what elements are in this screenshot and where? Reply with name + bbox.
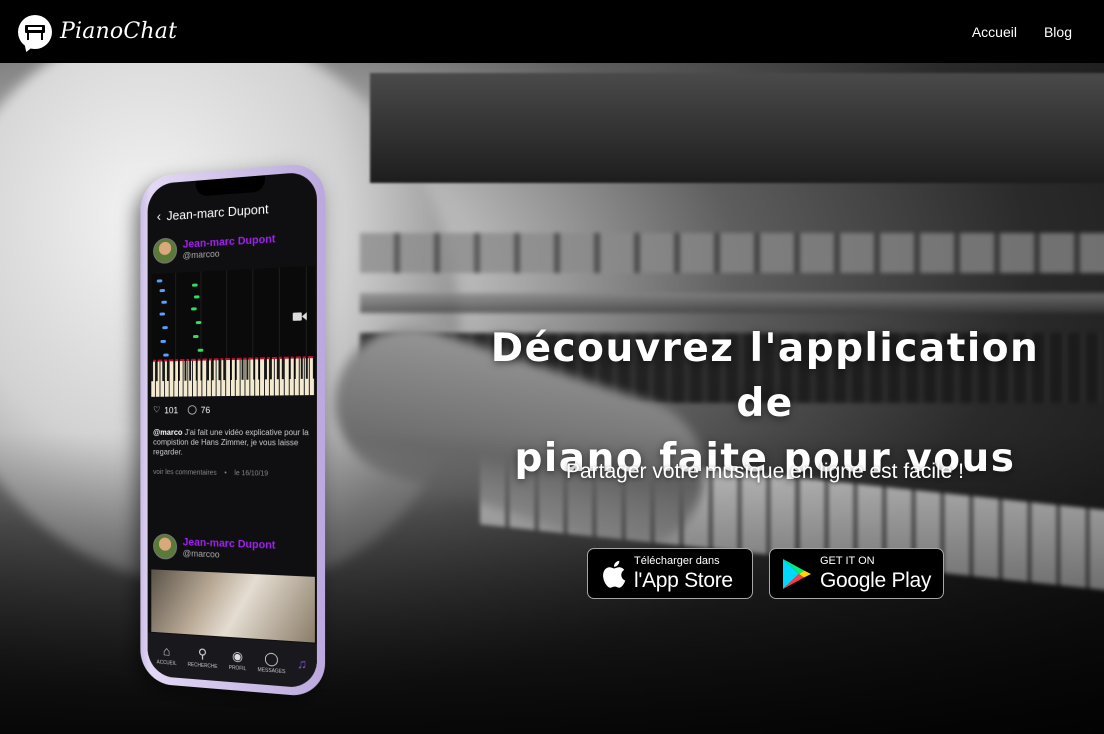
google-play-button[interactable]: GET IT ON Google Play: [769, 548, 944, 599]
caption-user[interactable]: @marco: [153, 428, 182, 437]
message-icon: ◯: [264, 650, 279, 667]
brand-name: PianoChat: [60, 19, 178, 44]
phone-notch: [195, 175, 265, 197]
phone-screen: ‹ Jean-marc Dupont Jean-marc Dupont @mar…: [147, 171, 317, 689]
google-play-big-label: Google Play: [820, 569, 932, 592]
nav-link-blog[interactable]: Blog: [1044, 24, 1072, 40]
falling-note: [195, 321, 202, 325]
app-store-big-label: l'App Store: [634, 569, 733, 592]
profile-icon: ◉: [232, 648, 243, 664]
piano-chat-logo-icon: [18, 14, 52, 49]
post-footer: voir les commentaires • le 16/10/19: [153, 469, 311, 478]
hero-section: Découvrez l'application de piano faite p…: [0, 63, 1104, 734]
post-header: Jean-marc Dupont @marcoo: [153, 533, 311, 565]
post-stats: ♡ 101 ◯ 76: [153, 404, 210, 415]
avatar[interactable]: [153, 533, 178, 560]
falling-note: [159, 312, 166, 316]
google-play-icon: [783, 558, 811, 589]
piano-app-icon: ♫: [297, 655, 307, 672]
video-camera-icon: [292, 312, 307, 321]
app-store-text: Télécharger dans l'App Store: [634, 555, 733, 592]
hero-subtitle: Partager votre musique en ligne est faci…: [565, 460, 965, 483]
dot-separator: •: [224, 469, 227, 477]
falling-note: [156, 279, 163, 283]
post-date: le 16/10/19: [234, 470, 269, 478]
search-icon: ⚲: [198, 645, 208, 662]
google-play-text: GET IT ON Google Play: [820, 555, 932, 592]
tab-piano[interactable]: ♫: [297, 655, 307, 674]
see-comments-link[interactable]: voir les commentaires: [153, 469, 217, 477]
falling-note: [161, 300, 167, 304]
app-store-small-label: Télécharger dans: [634, 555, 720, 567]
falling-note: [193, 295, 200, 299]
tab-label: ACCUEIL: [156, 659, 177, 667]
navbar: PianoChat Accueil Blog: [0, 0, 1104, 63]
comment-icon[interactable]: ◯: [187, 404, 196, 415]
nav-link-accueil[interactable]: Accueil: [972, 24, 1017, 40]
tab-label: PROFIL: [228, 664, 247, 673]
phone-mockup: ‹ Jean-marc Dupont Jean-marc Dupont @mar…: [140, 162, 326, 698]
comment-count: 76: [200, 404, 211, 415]
tab-profil[interactable]: ◉ PROFIL: [228, 648, 247, 673]
falling-note: [163, 353, 169, 357]
post-caption: @marco J'ai fait une vidéo explicative p…: [153, 428, 311, 459]
brand[interactable]: PianoChat: [18, 14, 178, 49]
post-photo[interactable]: [151, 569, 315, 643]
hero-title-line1: Découvrez l'application de: [490, 326, 1040, 426]
phone-header: ‹ Jean-marc Dupont: [157, 194, 309, 227]
tab-accueil[interactable]: ⌂ ACCUEIL: [156, 643, 177, 667]
app-store-button[interactable]: Télécharger dans l'App Store: [587, 548, 753, 599]
tab-label: RECHERCHE: [187, 661, 218, 671]
post-header: Jean-marc Dupont @marcoo: [153, 229, 311, 265]
falling-note: [197, 348, 204, 352]
avatar[interactable]: [153, 237, 178, 265]
tab-recherche[interactable]: ⚲ RECHERCHE: [188, 646, 218, 670]
piano-keyboard-graphic: [151, 356, 315, 397]
tab-messages[interactable]: ◯ MESSAGES: [257, 650, 286, 676]
phone-header-title: Jean-marc Dupont: [166, 200, 269, 223]
post-video[interactable]: [151, 265, 315, 397]
back-arrow-icon[interactable]: ‹: [157, 208, 161, 224]
home-icon: ⌂: [163, 643, 171, 659]
heart-icon[interactable]: ♡: [153, 405, 160, 416]
nav-links: Accueil Blog: [972, 24, 1072, 40]
falling-note: [192, 334, 199, 339]
falling-note: [160, 339, 166, 343]
like-count: 101: [164, 404, 179, 415]
falling-note: [159, 288, 166, 293]
tab-label: MESSAGES: [257, 667, 286, 676]
falling-note: [191, 307, 197, 311]
falling-note: [162, 326, 168, 330]
apple-icon: [603, 560, 626, 588]
google-play-small-label: GET IT ON: [820, 555, 875, 567]
falling-note: [192, 283, 198, 287]
